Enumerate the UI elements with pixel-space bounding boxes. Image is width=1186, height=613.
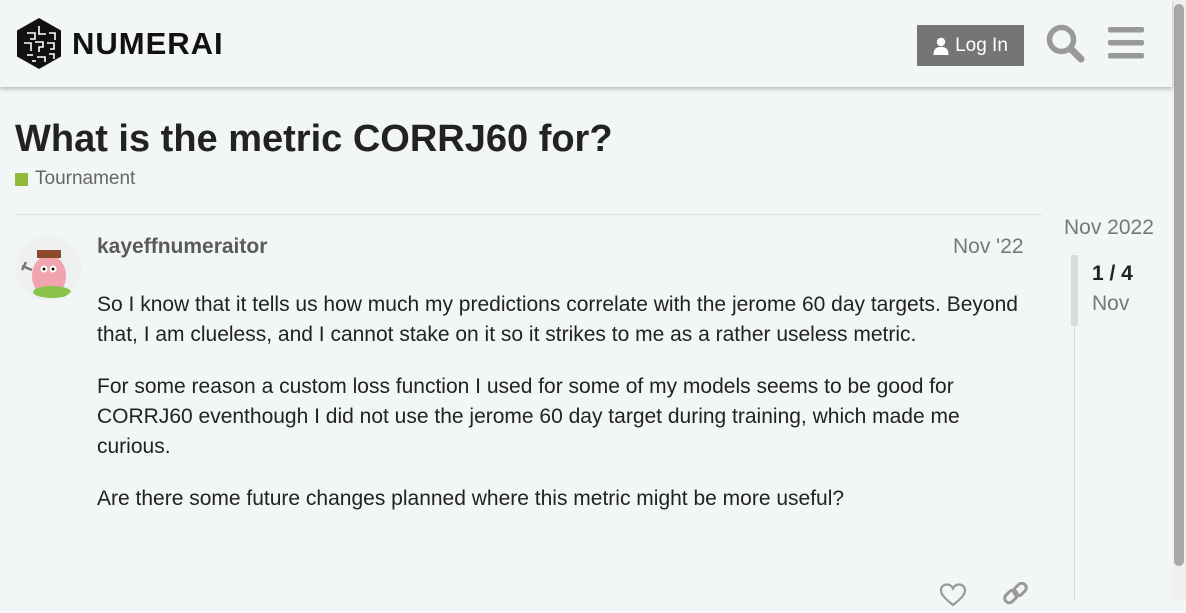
category-color-swatch (15, 172, 28, 186)
post-paragraph: For some reason a custom loss function I… (97, 375, 960, 458)
login-button[interactable]: Log In (917, 25, 1024, 66)
site-logo[interactable]: NUMERAI (15, 17, 224, 70)
hamburger-menu-icon[interactable] (1108, 27, 1144, 64)
post-paragraph: Are there some future changes planned wh… (97, 487, 845, 510)
category-label: Tournament (35, 168, 136, 189)
timeline-position-date: Nov (1092, 292, 1130, 315)
topic-divider (15, 214, 1042, 215)
category-badge[interactable]: Tournament (15, 168, 135, 190)
numerai-logo-icon (17, 18, 61, 69)
heart-icon[interactable] (939, 583, 967, 612)
logo-text: NUMERAI (72, 25, 224, 61)
scrollbar-thumb[interactable] (1174, 4, 1184, 566)
timeline-handle[interactable] (1071, 255, 1078, 326)
timeline-top-date[interactable]: Nov 2022 (1064, 216, 1154, 240)
timeline-position: 1 / 4 (1092, 262, 1133, 285)
post-body: So I know that it tells us how much my p… (97, 290, 1037, 536)
topic-title[interactable]: What is the metric CORRJ60 for? (15, 118, 613, 161)
user-icon (933, 37, 949, 55)
link-icon[interactable] (1000, 581, 1030, 613)
login-label: Log In (955, 34, 1008, 56)
post-paragraph: So I know that it tells us how much my p… (97, 293, 1018, 346)
post-username[interactable]: kayeffnumeraitor (97, 235, 267, 259)
search-icon[interactable] (1045, 23, 1085, 68)
user-avatar[interactable] (16, 236, 81, 301)
site-header: NUMERAI Log In (0, 0, 1172, 87)
post-date[interactable]: Nov '22 (953, 235, 1024, 259)
